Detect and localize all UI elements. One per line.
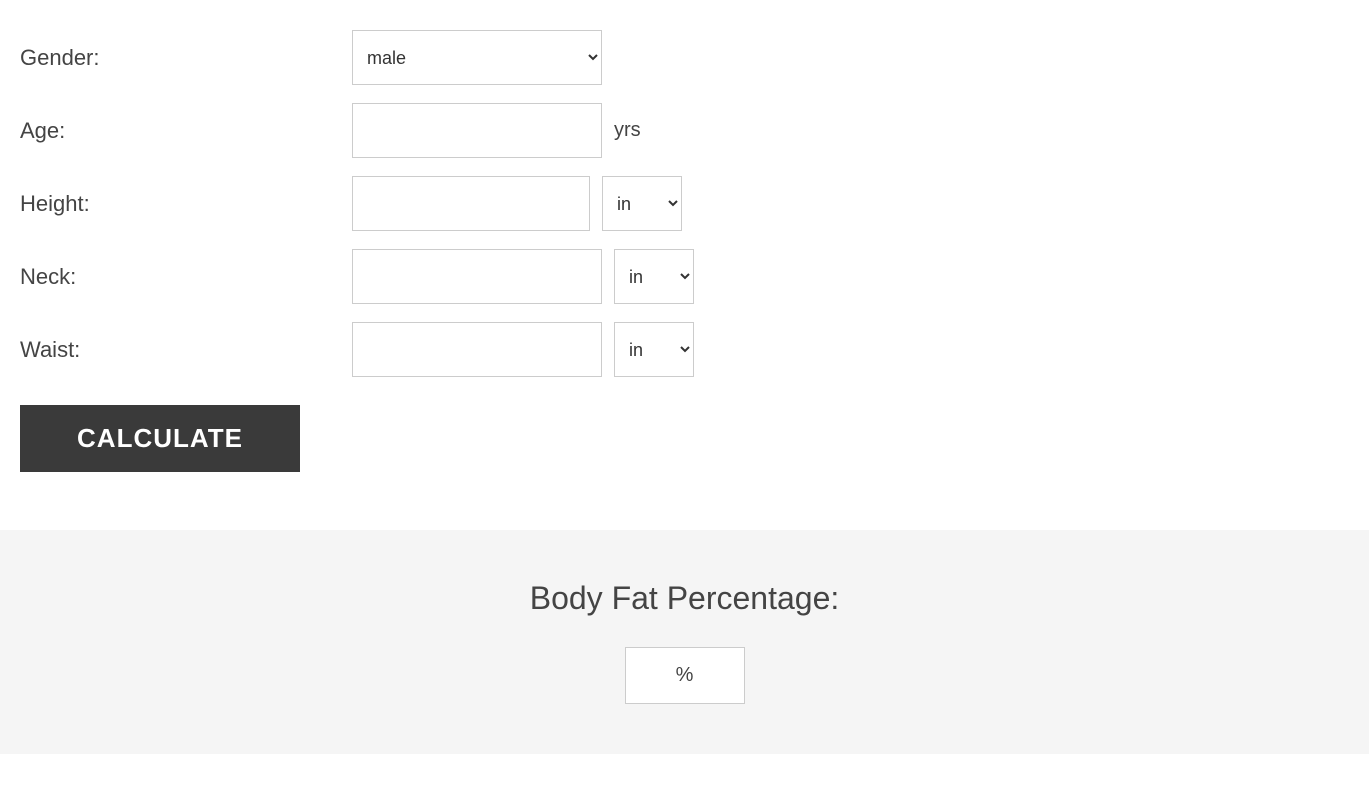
neck-row: Neck: in cm <box>20 249 1349 304</box>
result-section: Body Fat Percentage: % <box>0 530 1369 754</box>
calculate-row: CALCULATE <box>20 395 1349 472</box>
waist-input[interactable] <box>352 322 602 377</box>
result-value: % <box>625 647 745 704</box>
waist-label: Waist: <box>20 337 340 363</box>
age-unit-label: yrs <box>614 119 641 142</box>
age-input[interactable] <box>352 103 602 158</box>
height-row: Height: in cm <box>20 176 1349 231</box>
waist-unit-select[interactable]: in cm <box>614 322 694 377</box>
gender-select[interactable]: male female <box>352 30 602 85</box>
height-unit-select[interactable]: in cm <box>602 176 682 231</box>
waist-row: Waist: in cm <box>20 322 1349 377</box>
gender-row: Gender: male female <box>20 30 1349 85</box>
neck-label: Neck: <box>20 264 340 290</box>
calculate-button[interactable]: CALCULATE <box>20 405 300 472</box>
result-title: Body Fat Percentage: <box>20 580 1349 617</box>
form-section: Gender: male female Age: yrs Height: in … <box>0 0 1369 520</box>
height-label: Height: <box>20 191 340 217</box>
age-label: Age: <box>20 118 340 144</box>
neck-input[interactable] <box>352 249 602 304</box>
gender-label: Gender: <box>20 45 340 71</box>
neck-unit-select[interactable]: in cm <box>614 249 694 304</box>
age-row: Age: yrs <box>20 103 1349 158</box>
height-input[interactable] <box>352 176 590 231</box>
